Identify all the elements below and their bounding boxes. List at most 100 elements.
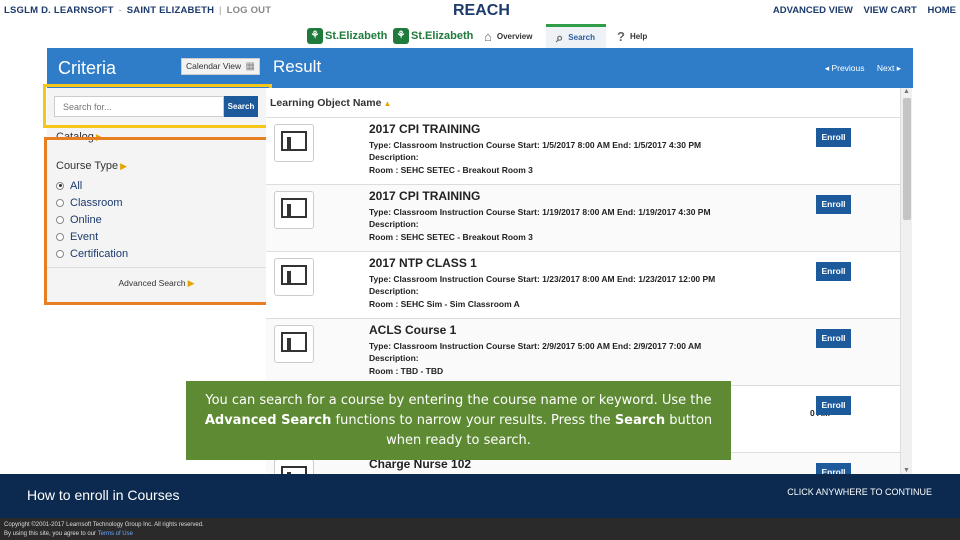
course-title[interactable]: 2017 CPI TRAINING [369, 189, 480, 203]
result-row: ACLS Course 1 Type: Classroom Instructio… [266, 318, 900, 385]
previous-link[interactable]: ◂ Previous [825, 63, 865, 73]
callout-bold: Advanced Search [204, 413, 332, 428]
catalog-label: Catalog [56, 131, 94, 143]
tutorial-callout: You can search for a course by entering … [186, 381, 731, 460]
criteria-title: Criteria [58, 58, 117, 78]
enroll-button[interactable]: Enroll [816, 128, 851, 147]
enroll-button[interactable]: Enroll [816, 262, 851, 281]
radio-online[interactable]: Online [56, 211, 128, 228]
separator: | [219, 5, 222, 16]
course-type-options: All Classroom Online Event Certification [56, 177, 128, 262]
enroll-button[interactable]: Enroll [816, 396, 851, 415]
radio-button[interactable] [56, 198, 64, 207]
classroom-icon [274, 191, 314, 229]
radio-event[interactable]: Event [56, 228, 128, 245]
separator: - [118, 5, 122, 16]
view-cart-link[interactable]: VIEW CART [864, 5, 917, 16]
calendar-icon: ▦ [245, 61, 255, 72]
catalog-filter[interactable]: Catalog ▶ [56, 131, 103, 143]
course-description: Description: [369, 353, 419, 364]
classroom-icon [274, 459, 314, 474]
course-meta: Type: Classroom Instruction Course Start… [369, 206, 711, 243]
sort-column-header[interactable]: Learning Object Name ▲ [270, 97, 391, 109]
calendar-view-button[interactable]: Calendar View ▦ [181, 58, 260, 75]
radio-certification[interactable]: Certification [56, 245, 128, 262]
search-icon: ⌕ [556, 29, 564, 45]
tutorial-title: How to enroll in Courses [27, 487, 180, 503]
radio-label: Classroom [70, 196, 123, 209]
logout-link[interactable]: LOG OUT [227, 5, 272, 16]
user-line: LSGLM D. LEARNSOFT - SAINT ELIZABETH | L… [4, 5, 271, 16]
callout-bold: Search [614, 413, 666, 428]
top-links: ADVANCED VIEW VIEW CART HOME [765, 5, 956, 16]
course-type-filter[interactable]: Course Type ▶ [56, 160, 127, 172]
course-meta: Type: Classroom Instruction Course Start… [369, 340, 701, 377]
advanced-search-link[interactable]: Advanced Search ▶ [47, 267, 266, 289]
user-name: LSGLM D. LEARNSOFT [4, 5, 114, 16]
st-elizabeth-logo-icon: ⚘ [307, 27, 323, 44]
tutorial-footer[interactable]: How to enroll in Courses CLICK ANYWHERE … [0, 474, 960, 518]
enroll-button[interactable]: Enroll [816, 329, 851, 348]
st-elizabeth-logo-icon: ⚘ [393, 27, 409, 44]
nav-overview[interactable]: ⌂ Overview [484, 24, 532, 48]
nav-help[interactable]: ? Help [617, 24, 647, 48]
radio-classroom[interactable]: Classroom [56, 194, 128, 211]
top-bar: LSGLM D. LEARNSOFT - SAINT ELIZABETH | L… [0, 0, 960, 48]
st-elizabeth-logo: ⚘ St.Elizabeth [393, 27, 473, 44]
course-type: Type: Classroom Instruction Course Start… [369, 274, 716, 284]
pager: ◂ Previous Next ▸ [815, 63, 901, 74]
copyright-bar: Copyright ©2001-2017 Learnsoft Technolog… [0, 518, 960, 540]
home-link[interactable]: HOME [928, 5, 957, 16]
course-description: Description: [369, 152, 419, 163]
course-type: Type: Classroom Instruction Course Start… [369, 341, 702, 351]
course-meta: Type: Classroom Instruction Course Start… [369, 139, 701, 176]
course-title[interactable]: ACLS Course 1 [369, 323, 456, 337]
next-link[interactable]: Next ▸ [877, 63, 901, 73]
terms-prefix: By using this site, you agree to our [4, 531, 98, 537]
radio-label: Event [70, 230, 99, 243]
classroom-icon [274, 124, 314, 162]
caret-right-icon: ▶ [187, 278, 195, 288]
nav-search[interactable]: ⌕ Search [546, 24, 606, 48]
terms-link[interactable]: Terms of Use [98, 531, 133, 537]
radio-label: All [70, 179, 83, 192]
radio-label: Online [70, 213, 102, 226]
search-input[interactable] [54, 96, 224, 117]
result-row: 2017 CPI TRAINING Type: Classroom Instru… [266, 117, 900, 184]
course-description: Description: [369, 286, 419, 297]
callout-text: functions to narrow your results. Press … [331, 413, 615, 428]
nav-search-label: Search [568, 33, 595, 42]
radio-all[interactable]: All [56, 177, 128, 194]
course-type: Type: Classroom Instruction Course Start… [369, 140, 702, 150]
help-icon: ? [617, 28, 625, 44]
logo-text: St.Elizabeth [325, 29, 388, 42]
course-type: Type: Classroom Instruction Course Start… [369, 207, 711, 217]
org-name: SAINT ELIZABETH [126, 5, 215, 16]
scroll-up-icon[interactable]: ▲ [903, 88, 910, 95]
radio-button[interactable] [56, 181, 64, 190]
course-room: Room : SEHC SETEC - Breakout Room 3 [369, 164, 533, 175]
course-type-label: Course Type [56, 160, 119, 172]
radio-label: Certification [70, 247, 129, 260]
enroll-button[interactable]: Enroll [816, 195, 851, 214]
advanced-view-link[interactable]: ADVANCED VIEW [773, 5, 853, 16]
scroll-down-icon[interactable]: ▼ [903, 467, 910, 474]
radio-button[interactable] [56, 249, 64, 258]
classroom-icon [274, 325, 314, 363]
search-button[interactable]: Search [224, 96, 258, 117]
sort-arrow-icon: ▲ [383, 99, 392, 108]
course-room: Room : SEHC Sim - Sim Classroom A [369, 298, 520, 309]
continue-prompt[interactable]: CLICK ANYWHERE TO CONTINUE [787, 487, 932, 497]
nav-help-label: Help [629, 31, 648, 41]
course-title[interactable]: 2017 CPI TRAINING [369, 122, 480, 136]
calendar-view-label: Calendar View [186, 61, 242, 71]
radio-button[interactable] [56, 215, 64, 224]
results-scrollbar[interactable]: ▲ ▼ [900, 88, 912, 474]
course-description: Description: [369, 219, 419, 230]
logo-text: St.Elizabeth [411, 29, 474, 42]
scroll-thumb[interactable] [903, 98, 911, 220]
radio-button[interactable] [56, 232, 64, 241]
classroom-icon [274, 258, 314, 296]
course-title[interactable]: 2017 NTP CLASS 1 [369, 256, 477, 270]
enroll-button[interactable]: Enroll [816, 463, 851, 474]
